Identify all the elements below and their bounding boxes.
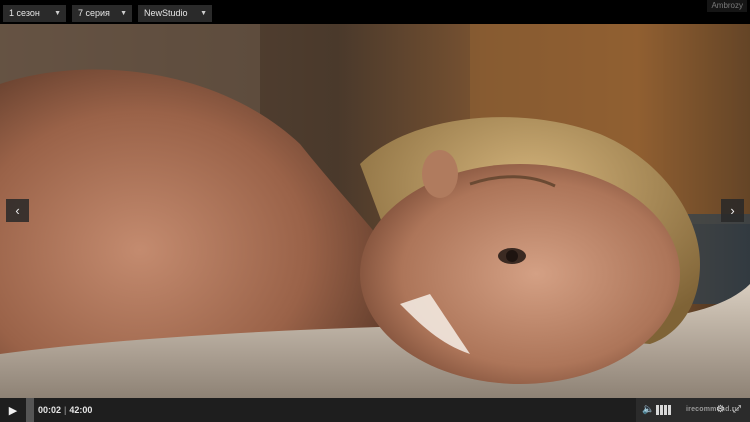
total-time: 42:00	[69, 405, 93, 415]
right-controls: 🔈 irecommend.ru ⚙ ⤢	[636, 398, 750, 422]
chevron-down-icon: ▼	[54, 10, 61, 17]
top-bar: 1 сезон ▼ 7 серия ▼ NewStudio ▼ Ambrozy	[0, 0, 750, 24]
watermark: irecommend.ru	[686, 406, 740, 413]
fullscreen-icon[interactable]: ⤢	[733, 398, 741, 422]
studio-select-label: NewStudio	[144, 8, 188, 18]
studio-select[interactable]: NewStudio ▼	[138, 5, 212, 22]
play-button[interactable]: ▶	[0, 398, 26, 422]
play-icon: ▶	[8, 404, 18, 417]
progress-bar[interactable]	[26, 398, 34, 422]
season-select[interactable]: 1 сезон ▼	[3, 5, 66, 22]
volume-bar	[656, 405, 659, 415]
current-time: 00:02	[38, 405, 62, 415]
time-display: 00:02 | 42:00	[38, 398, 92, 422]
volume-bar	[668, 405, 671, 415]
previous-button[interactable]: ‹	[6, 199, 29, 222]
volume-slider[interactable]	[656, 405, 671, 415]
video-frame[interactable]: ‹ ›	[0, 24, 750, 398]
chevron-down-icon: ▼	[200, 10, 207, 17]
season-select-label: 1 сезон	[9, 8, 40, 18]
volume-bar	[660, 405, 663, 415]
volume-icon[interactable]: 🔈	[642, 398, 654, 422]
chevron-left-icon: ‹	[15, 203, 20, 218]
watermark: Ambrozy	[707, 0, 747, 12]
episode-select-label: 7 серия	[78, 8, 110, 18]
next-button[interactable]: ›	[721, 199, 744, 222]
episode-select[interactable]: 7 серия ▼	[72, 5, 132, 22]
gear-icon[interactable]: ⚙	[716, 398, 725, 422]
chevron-down-icon: ▼	[120, 10, 127, 17]
video-image	[0, 24, 750, 398]
player-controls: ▶ 00:02 | 42:00 🔈 irecommend.ru ⚙ ⤢	[0, 398, 750, 422]
chevron-right-icon: ›	[730, 203, 735, 218]
volume-bar	[664, 405, 667, 415]
